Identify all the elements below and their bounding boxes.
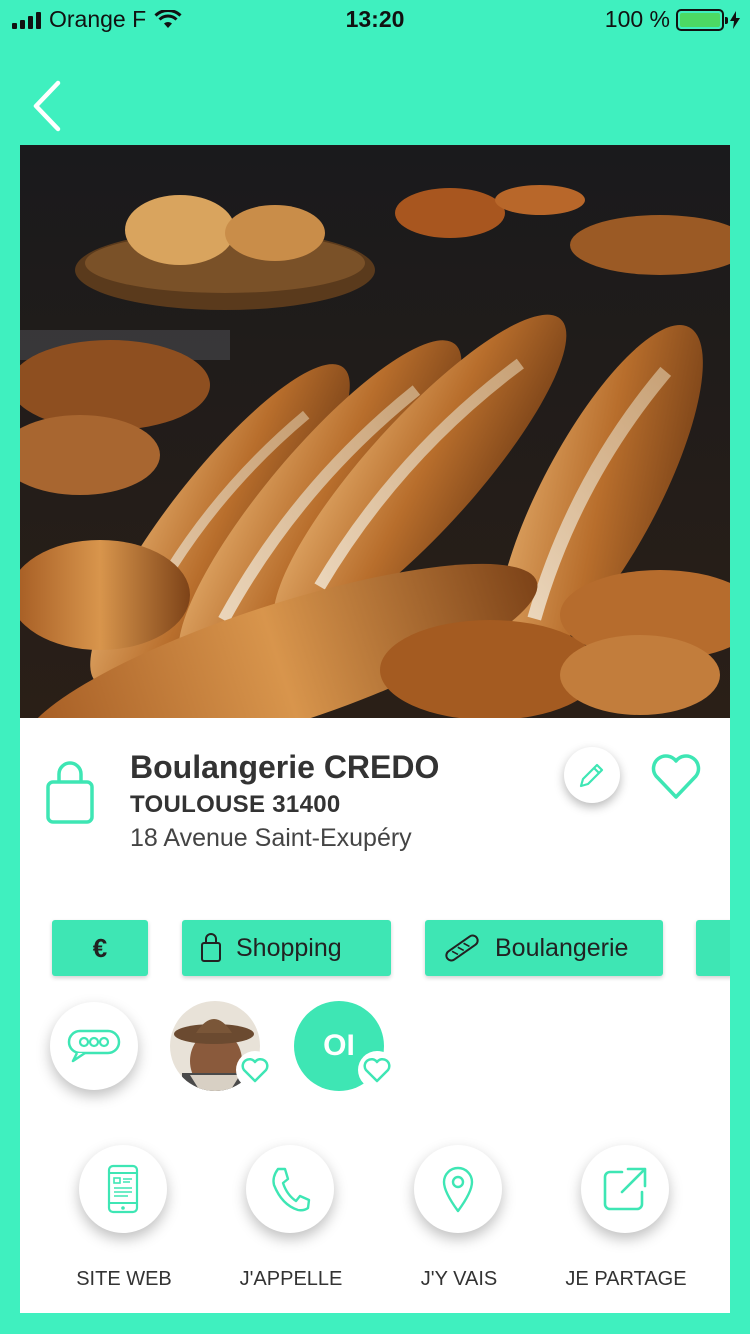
tag-bakery[interactable]: Boulangerie (425, 920, 663, 976)
directions-label[interactable]: J'Y VAIS (379, 1268, 539, 1291)
share-icon (603, 1167, 647, 1211)
tag-shopping-label: Shopping (236, 933, 342, 962)
status-right: 100 % (605, 6, 740, 33)
heart-icon (651, 754, 701, 799)
share-label[interactable]: JE PARTAGE (546, 1268, 706, 1291)
battery-percent: 100 % (604, 6, 670, 32)
comments-button[interactable] (50, 1002, 138, 1090)
avatar-like-badge[interactable] (236, 1051, 274, 1089)
shopping-bag-icon (46, 761, 94, 824)
favorite-button[interactable] (648, 749, 704, 805)
website-label[interactable]: SITE WEB (44, 1268, 204, 1291)
tag-bakery-label: Boulangerie (495, 933, 629, 962)
speech-bubble-icon (67, 1029, 121, 1063)
tag-shopping[interactable]: Shopping (182, 920, 391, 976)
heart-icon (363, 1057, 391, 1083)
battery-fill (680, 12, 720, 27)
battery-icon (676, 8, 728, 31)
status-bar: Orange F 13:20 100 % (0, 0, 750, 40)
place-photo (20, 145, 730, 718)
shopping-bag-icon (201, 933, 221, 962)
charging-bolt-icon (730, 10, 740, 29)
phone-icon (272, 1167, 311, 1212)
directions-button[interactable] (414, 1145, 502, 1233)
pencil-icon (579, 763, 604, 788)
place-city: TOULOUSE 31400 (130, 791, 341, 818)
tag-price-label: € (92, 932, 108, 963)
call-label[interactable]: J'APPELLE (211, 1268, 371, 1291)
smartphone-icon (107, 1164, 139, 1214)
call-button[interactable] (246, 1145, 334, 1233)
back-button[interactable] (28, 78, 78, 134)
baguette-icon (445, 934, 479, 962)
tag-price[interactable]: € (52, 920, 148, 976)
chevron-left-icon (33, 80, 61, 132)
user-initials: OI (323, 1029, 355, 1062)
location-pin-icon (442, 1166, 474, 1213)
share-button[interactable] (581, 1145, 669, 1233)
place-card: Boulangerie CREDO TOULOUSE 31400 18 Aven… (20, 145, 730, 1313)
tag-more[interactable] (696, 920, 730, 976)
heart-icon (241, 1057, 269, 1083)
bread-photo (20, 145, 730, 718)
edit-button[interactable] (564, 747, 620, 803)
place-name: Boulangerie CREDO (130, 749, 440, 785)
website-button[interactable] (79, 1145, 167, 1233)
initials-like-badge[interactable] (358, 1051, 396, 1089)
place-address: 18 Avenue Saint-Exupéry (130, 824, 412, 852)
